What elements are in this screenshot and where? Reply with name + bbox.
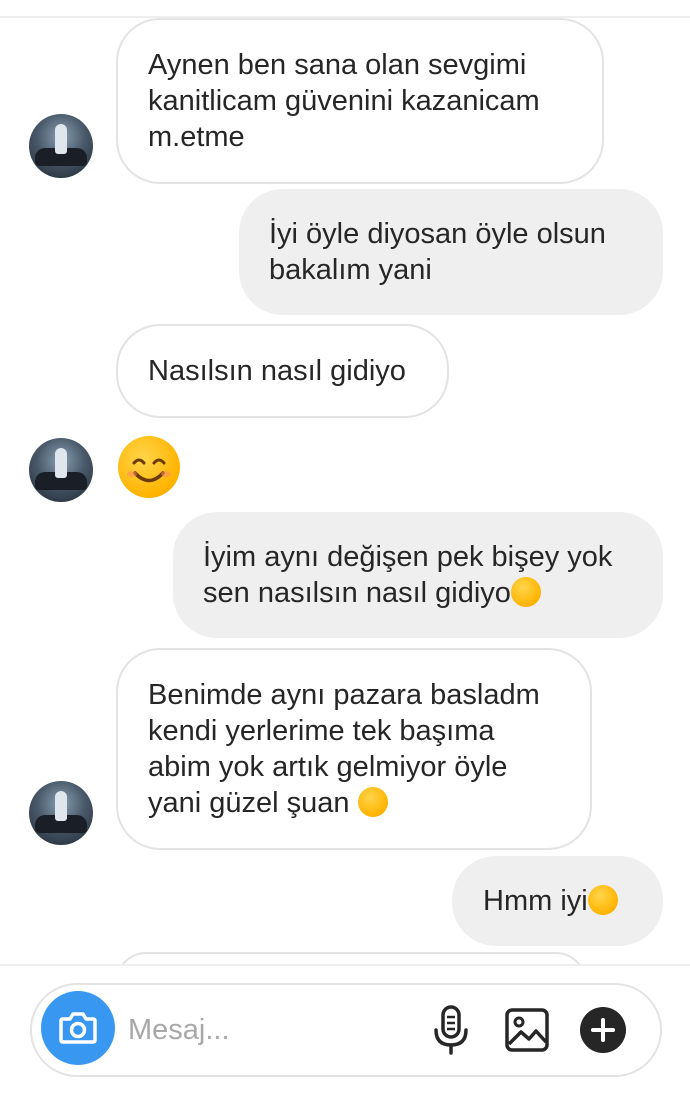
add-button[interactable] xyxy=(579,1006,627,1054)
gallery-icon xyxy=(505,1008,549,1052)
message-line: İyim aynı değişen pek bişey yok xyxy=(203,541,613,573)
message-line: Nasılsın nasıl gidiyo xyxy=(148,355,406,387)
message-bubble-incoming[interactable]: Nasılsın nasıl gidiyo xyxy=(116,324,449,418)
message-line-with-emoji: yani güzel şuan xyxy=(148,785,560,821)
message-line: kanitlicam güvenini kazanicam xyxy=(148,85,540,117)
message-line: İyi öyle diyosan öyle olsun xyxy=(269,218,606,250)
message-bubble-outgoing[interactable]: İyi öyle diyosan öyle olsun bakalım yani xyxy=(239,189,663,315)
message-bubble-incoming[interactable]: Benimde aynı pazara basladm kendi yerler… xyxy=(116,648,592,850)
message-line: Aynen ben sana olan sevgimi xyxy=(148,49,527,81)
contact-avatar[interactable] xyxy=(29,781,93,845)
message-line: Hmm iyi xyxy=(483,885,588,917)
message-bubble-outgoing[interactable]: Hmm iyi xyxy=(452,856,663,946)
message-line: yani güzel şuan xyxy=(148,787,350,819)
tears-of-joy-emoji-icon xyxy=(587,885,618,916)
message-line: abim yok artık gelmiyor öyle xyxy=(148,751,508,783)
message-line-with-emoji: sen nasılsın nasıl gidiyo xyxy=(203,575,633,611)
camera-button[interactable] xyxy=(41,991,115,1065)
smiling-face-emoji-icon xyxy=(510,577,541,608)
message-input[interactable] xyxy=(128,1008,418,1052)
avatar-person-shape xyxy=(55,448,67,478)
message-line: Benimde aynı pazara basladm xyxy=(148,679,540,711)
camera-icon xyxy=(59,1012,97,1044)
smiling-face-emoji-icon[interactable] xyxy=(118,436,180,498)
tears-of-joy-emoji-icon xyxy=(357,787,388,818)
message-bubble-outgoing[interactable]: İyim aynı değişen pek bişey yok sen nası… xyxy=(173,512,663,638)
message-line: kendi yerlerime tek başıma xyxy=(148,715,495,747)
microphone-icon xyxy=(434,1005,468,1055)
message-bubble-incoming[interactable]: Aynen ben sana olan sevgimi kanitlicam g… xyxy=(116,18,604,184)
chat-screen: Aynen ben sana olan sevgimi kanitlicam g… xyxy=(0,0,690,1104)
message-line: sen nasılsın nasıl gidiyo xyxy=(203,577,511,609)
microphone-button[interactable] xyxy=(427,1004,475,1056)
plus-icon xyxy=(580,1007,626,1053)
message-line: bakalım yani xyxy=(269,254,432,286)
contact-avatar[interactable] xyxy=(29,114,93,178)
message-line: m.etme xyxy=(148,121,245,153)
avatar-person-shape xyxy=(55,791,67,821)
smiling-face-emoji-svg xyxy=(127,458,171,483)
gallery-button[interactable] xyxy=(503,1004,551,1056)
message-line-with-emoji: Hmm iyi xyxy=(483,883,633,919)
avatar-person-shape xyxy=(55,124,67,154)
contact-avatar[interactable] xyxy=(29,438,93,502)
